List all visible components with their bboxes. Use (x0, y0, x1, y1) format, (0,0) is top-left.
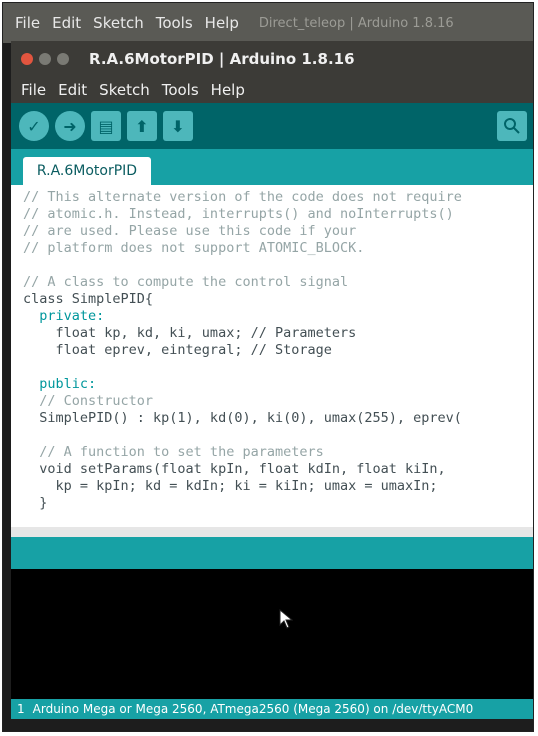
verify-button[interactable]: ✓ (19, 111, 49, 141)
open-icon: ⬆ (135, 116, 149, 136)
console-output (11, 569, 533, 633)
bg-menu-tools[interactable]: Tools (156, 14, 193, 32)
message-area (11, 537, 533, 569)
tab-bar: R.A.6MotorPID (11, 149, 533, 185)
save-icon: ⬇ (171, 116, 185, 136)
new-icon: ▤ (98, 116, 114, 136)
code-line: } (23, 495, 48, 511)
code-line: // Constructor (23, 393, 154, 409)
code-line: public: (23, 376, 97, 392)
code-editor[interactable]: // This alternate version of the code do… (11, 185, 533, 537)
menu-file[interactable]: File (21, 81, 46, 99)
maximize-icon[interactable] (57, 53, 69, 65)
photo-frame: File Edit Sketch Tools Help Direct_teleo… (2, 2, 534, 732)
save-sketch-button[interactable]: ⬇ (163, 111, 193, 141)
code-line: void setParams(float kpIn, float kdIn, f… (23, 461, 454, 477)
arduino-ide-window: R.A.6MotorPID | Arduino 1.8.16 File Edit… (11, 41, 533, 719)
open-sketch-button[interactable]: ⬆ (127, 111, 157, 141)
bg-menu-help[interactable]: Help (205, 14, 239, 32)
bg-menu-file[interactable]: File (15, 14, 40, 32)
verify-icon: ✓ (27, 116, 41, 136)
code-line: class SimplePID{ (23, 291, 154, 307)
menu-tools[interactable]: Tools (162, 81, 199, 99)
code-line: // platform does not support ATOMIC_BLOC… (23, 240, 365, 256)
code-line: private: (23, 308, 105, 324)
bg-menu-edit[interactable]: Edit (52, 14, 81, 32)
new-sketch-button[interactable]: ▤ (91, 111, 121, 141)
code-line: float eprev, eintegral; // Storage (23, 342, 332, 358)
console-output-lower (11, 633, 533, 699)
code-line: kp = kpIn; kd = kdIn; ki = kiIn; umax = … (23, 478, 438, 494)
minimize-icon[interactable] (39, 53, 51, 65)
horizontal-scrollbar[interactable] (11, 527, 533, 537)
code-line: // A function to set the parameters (23, 444, 324, 460)
titlebar: R.A.6MotorPID | Arduino 1.8.16 (11, 41, 533, 77)
code-line: // A class to compute the control signal (23, 274, 349, 290)
code-line: // atomic.h. Instead, interrupts() and n… (23, 206, 454, 222)
bg-menu-sketch[interactable]: Sketch (93, 14, 144, 32)
code-line: SimplePID() : kp(1), kd(0), ki(0), umax(… (23, 410, 462, 426)
code-line: // This alternate version of the code do… (23, 189, 462, 205)
background-window-menubar: File Edit Sketch Tools Help Direct_teleo… (3, 3, 533, 43)
menu-help[interactable]: Help (211, 81, 245, 99)
menu-edit[interactable]: Edit (58, 81, 87, 99)
toolbar: ✓ ➜ ▤ ⬆ ⬇ (11, 103, 533, 149)
status-bar: 1 Arduino Mega or Mega 2560, ATmega2560 … (11, 699, 533, 719)
code-line: float kp, kd, ki, umax; // Parameters (23, 325, 357, 341)
serial-monitor-icon (504, 118, 520, 134)
background-window-title: Direct_teleop | Arduino 1.8.16 (258, 15, 454, 31)
upload-icon: ➜ (63, 116, 77, 136)
menubar: File Edit Sketch Tools Help (11, 77, 533, 103)
line-number: 1 (17, 702, 25, 716)
close-icon[interactable] (21, 53, 33, 65)
mouse-pointer-icon (279, 609, 293, 629)
code-line: // are used. Please use this code if you… (23, 223, 357, 239)
board-info: Arduino Mega or Mega 2560, ATmega2560 (M… (32, 702, 474, 716)
upload-button[interactable]: ➜ (55, 111, 85, 141)
serial-monitor-button[interactable] (497, 111, 527, 141)
window-title: R.A.6MotorPID | Arduino 1.8.16 (89, 50, 355, 68)
tab-r-a-6motorpid[interactable]: R.A.6MotorPID (23, 157, 151, 185)
menu-sketch[interactable]: Sketch (99, 81, 150, 99)
